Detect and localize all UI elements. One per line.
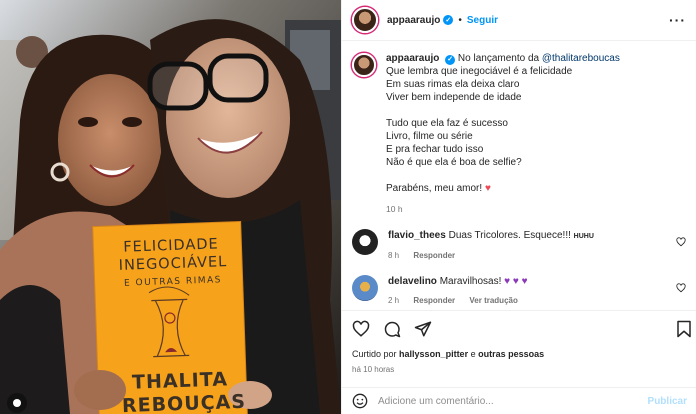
- liked-by-prefix: Curtido por: [352, 349, 397, 359]
- caption-closing: Parabéns, meu amor!: [386, 183, 483, 194]
- divider: [342, 310, 696, 311]
- verified-badge-icon: ✓: [445, 54, 456, 65]
- commenter-avatar[interactable]: [352, 229, 378, 255]
- reply-button[interactable]: Responder: [413, 296, 455, 305]
- comment-time: 8 h: [388, 251, 400, 260]
- comment-item: flavio_thees Duas Tricolores. Esquece!!!…: [352, 229, 690, 262]
- heart-emoji-icon: ♥: [484, 183, 491, 194]
- liked-by-user-link[interactable]: hallysson_pitter: [399, 349, 468, 359]
- verified-badge-icon: ✓: [443, 15, 454, 25]
- save-bookmark-icon[interactable]: [676, 320, 692, 338]
- caption-avatar[interactable]: [352, 53, 376, 77]
- commenter-avatar[interactable]: [352, 275, 378, 301]
- book-author-line2: REBOUÇAS: [121, 390, 247, 414]
- tagged-users-icon[interactable]: [7, 393, 27, 413]
- header-separator: •: [458, 14, 462, 26]
- see-translation-button[interactable]: Ver tradução: [469, 296, 517, 305]
- post-sidebar: appaaraujo ✓ • Seguir ··· appaaraujo ✓ N…: [341, 0, 696, 414]
- purple-heart-emoji-icon: ♥ ♥ ♥: [504, 276, 528, 287]
- add-comment-bar: Publicar: [342, 387, 696, 414]
- post-header: appaaraujo ✓ • Seguir ···: [342, 0, 696, 41]
- liked-by-others-link[interactable]: outras pessoas: [478, 349, 544, 359]
- comment-item: delavelino Maravilhosas! ♥ ♥ ♥ 2 h Respo…: [352, 275, 690, 307]
- author-avatar[interactable]: [352, 7, 378, 33]
- caption-line: Tudo que ela faz é sucesso: [386, 118, 508, 129]
- commenter-username[interactable]: flavio_thees: [388, 230, 446, 241]
- more-options-icon[interactable]: ···: [669, 12, 686, 28]
- caption-line: Que lembra que inegociável é a felicidad…: [386, 66, 573, 77]
- commenter-username[interactable]: delavelino: [388, 276, 437, 287]
- caption-intro: No lançamento da: [457, 53, 540, 64]
- caption-line: Não é que ela é boa de selfie?: [386, 157, 522, 168]
- caption-line: Viver bem independe de idade: [386, 92, 522, 103]
- post-caption: appaaraujo ✓ No lançamento da @thalitare…: [352, 52, 690, 216]
- reply-button[interactable]: Responder: [413, 251, 455, 260]
- book-author-line1: THALITA: [131, 368, 229, 394]
- post-time: há 10 horas: [352, 365, 395, 374]
- caption-line: E pra fechar tudo isso: [386, 144, 484, 155]
- photo-illustration: [0, 0, 341, 414]
- caption-mention-link[interactable]: @thalitareboucas: [542, 53, 620, 64]
- share-paper-plane-icon[interactable]: [414, 320, 432, 338]
- emoji-smiley-icon[interactable]: [352, 393, 368, 409]
- caption-line: Livro, filme ou série: [386, 131, 473, 142]
- post-photo[interactable]: FELICIDADE INEGOCIÁVEL E OUTRAS RIMAS TH…: [0, 0, 341, 414]
- comment-text: Duas Tricolores. Esquece!!!: [448, 230, 571, 241]
- author-username[interactable]: appaaraujo: [387, 15, 440, 26]
- comment-extra: HUHU: [573, 233, 594, 240]
- liked-by-conj: e: [470, 349, 476, 359]
- caption-username[interactable]: appaaraujo: [386, 53, 439, 64]
- comment-time: 2 h: [388, 296, 400, 305]
- like-heart-icon[interactable]: [352, 320, 370, 338]
- publish-button[interactable]: Publicar: [648, 396, 687, 407]
- liked-by-text: Curtido por hallysson_pitter e outras pe…: [352, 349, 544, 359]
- comment-input[interactable]: [378, 395, 648, 407]
- comment-bubble-icon[interactable]: [383, 320, 401, 338]
- caption-time: 10 h: [386, 204, 403, 214]
- post-actions-bar: [352, 317, 692, 341]
- follow-button[interactable]: Seguir: [467, 15, 498, 26]
- caption-line: Em suas rimas ela deixa claro: [386, 79, 520, 90]
- like-comment-heart-icon[interactable]: [676, 237, 686, 247]
- comment-text: Maravilhosas!: [439, 276, 502, 287]
- like-comment-heart-icon[interactable]: [676, 283, 686, 293]
